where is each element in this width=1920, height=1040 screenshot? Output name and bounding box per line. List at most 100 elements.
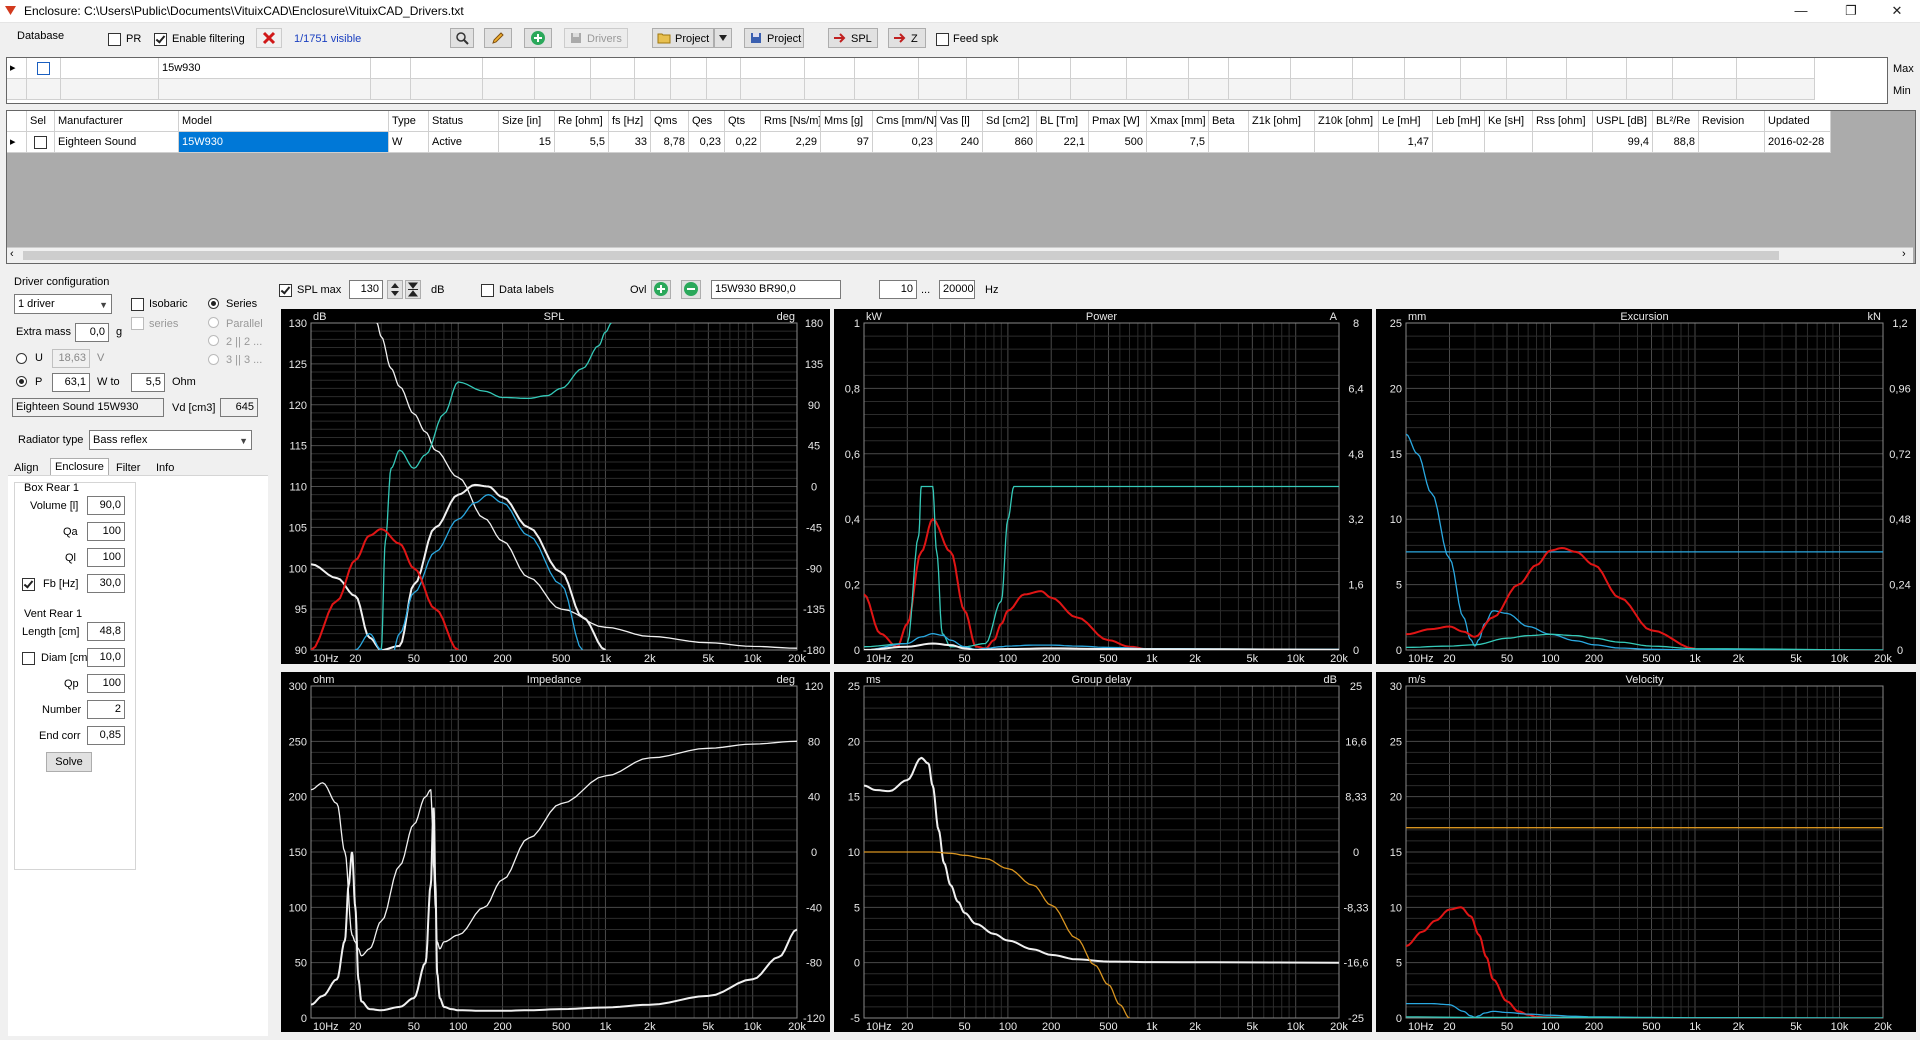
export-spl-button[interactable]: SPL xyxy=(828,28,878,48)
parallel-radio[interactable] xyxy=(208,317,219,328)
table-cell[interactable] xyxy=(1249,132,1315,153)
fb-checkbox[interactable] xyxy=(22,578,35,591)
filter-cell[interactable] xyxy=(1353,79,1405,100)
volume-input[interactable]: 90,0 xyxy=(87,496,125,515)
filter-cell[interactable] xyxy=(671,58,707,79)
table-cell[interactable] xyxy=(1315,132,1379,153)
column-header[interactable]: USPL [dB] xyxy=(1593,111,1653,132)
isobaric-checkbox[interactable] xyxy=(131,298,144,311)
column-header[interactable]: Rms [Ns/m] xyxy=(761,111,821,132)
column-header[interactable]: Status xyxy=(429,111,499,132)
filter-cell[interactable] xyxy=(1189,58,1229,79)
option-3-radio[interactable] xyxy=(208,354,219,365)
feed-spk-checkbox[interactable] xyxy=(936,33,949,46)
tab-enclosure[interactable]: Enclosure xyxy=(50,458,109,475)
qp-input[interactable]: 100 xyxy=(87,674,125,693)
option-2-radio[interactable] xyxy=(208,335,219,346)
column-header[interactable]: Beta xyxy=(1209,111,1249,132)
isobaric-series-checkbox[interactable] xyxy=(131,317,144,330)
column-header[interactable]: Sel xyxy=(27,111,55,132)
pr-checkbox[interactable] xyxy=(108,33,121,46)
filter-cell[interactable] xyxy=(1567,58,1627,79)
spl-chart[interactable]: 130 125 120 115 110 105 100 95 90 180 135 90 45 0 -45 -… xyxy=(281,309,830,664)
overlay-name-input[interactable]: 15W930 BR90,0 xyxy=(711,280,841,299)
filter-cell[interactable] xyxy=(1567,79,1627,100)
freq-low-input[interactable]: 10 xyxy=(879,280,917,299)
radiator-type-select[interactable]: Bass reflex ▼ xyxy=(89,430,252,450)
filter-cell[interactable] xyxy=(535,79,591,100)
filter-cell[interactable] xyxy=(411,79,483,100)
filter-cell[interactable] xyxy=(61,79,159,100)
filter-cell[interactable] xyxy=(1229,79,1291,100)
drivers-button[interactable]: Drivers xyxy=(564,28,628,48)
filter-cell[interactable] xyxy=(1189,79,1229,100)
table-cell[interactable]: 97 xyxy=(821,132,873,153)
filter-cell[interactable] xyxy=(1627,79,1673,100)
model-filter-input[interactable]: 15w930 xyxy=(159,58,371,79)
column-header[interactable]: Z1k [ohm] xyxy=(1249,111,1315,132)
spl-max-input[interactable]: 130 xyxy=(349,280,383,299)
export-z-button[interactable]: Z xyxy=(888,28,926,48)
add-button[interactable] xyxy=(524,28,552,48)
data-labels-checkbox[interactable] xyxy=(481,284,494,297)
solve-button[interactable]: Solve xyxy=(46,752,92,772)
column-header[interactable]: Type xyxy=(389,111,429,132)
end-corr-input[interactable]: 0,85 xyxy=(87,726,125,745)
table-cell[interactable] xyxy=(1433,132,1485,153)
filter-cell[interactable] xyxy=(1405,58,1461,79)
clear-filter-button[interactable] xyxy=(256,28,282,48)
filter-cell[interactable] xyxy=(1673,79,1737,100)
filter-cell[interactable] xyxy=(805,79,855,100)
filter-cell[interactable] xyxy=(1127,58,1189,79)
diam-checkbox[interactable] xyxy=(22,652,35,665)
table-cell[interactable]: 240 xyxy=(937,132,983,153)
filter-cell[interactable] xyxy=(1019,58,1071,79)
table-cell[interactable]: 0,23 xyxy=(689,132,725,153)
tab-filter[interactable]: Filter xyxy=(116,462,140,474)
spl-max-spinner[interactable] xyxy=(387,280,403,299)
impedance-chart[interactable]: 300 250 200 150 100 50 0 120 80 40 0 -40 -80 -120 10Hz… xyxy=(281,672,830,1032)
enable-filtering-checkbox[interactable] xyxy=(154,33,167,46)
filter-cell[interactable] xyxy=(159,79,371,100)
scroll-right-icon[interactable]: › xyxy=(1902,248,1906,260)
search-button[interactable] xyxy=(450,28,474,48)
table-cell[interactable] xyxy=(1209,132,1249,153)
filter-cell[interactable] xyxy=(919,79,967,100)
column-header[interactable]: Re [ohm] xyxy=(555,111,609,132)
open-project-button[interactable]: Project xyxy=(652,28,714,48)
filter-cell[interactable] xyxy=(805,58,855,79)
filter-cell[interactable] xyxy=(707,79,741,100)
table-cell[interactable]: 8,78 xyxy=(651,132,689,153)
filter-cell[interactable] xyxy=(1461,58,1507,79)
close-button[interactable]: ✕ xyxy=(1874,0,1920,22)
filter-cell[interactable] xyxy=(1291,79,1353,100)
fb-input[interactable]: 30,0 xyxy=(87,574,125,593)
filter-cell[interactable] xyxy=(635,79,671,100)
filter-cell[interactable] xyxy=(371,79,411,100)
filter-cell[interactable] xyxy=(1127,79,1189,100)
filter-cell[interactable] xyxy=(671,79,707,100)
column-header[interactable]: Revision xyxy=(1699,111,1765,132)
minimize-button[interactable]: — xyxy=(1778,0,1824,22)
filter-cell[interactable] xyxy=(27,79,61,100)
ql-input[interactable]: 100 xyxy=(87,548,125,567)
table-cell[interactable]: Active xyxy=(429,132,499,153)
column-header[interactable]: Model xyxy=(179,111,389,132)
filter-cell[interactable] xyxy=(1507,58,1567,79)
power-chart[interactable]: 1 0,8 0,6 0,4 0,2 0 8 6,4 4,8 3,2 1,6 0 10Hz 20 50 100 2… xyxy=(834,309,1372,664)
filter-cell[interactable] xyxy=(535,58,591,79)
filter-cell[interactable] xyxy=(1627,58,1673,79)
project-dropdown-button[interactable] xyxy=(714,28,732,48)
qa-input[interactable]: 100 xyxy=(87,522,125,541)
filter-cell[interactable] xyxy=(741,58,805,79)
filter-cell[interactable] xyxy=(411,58,483,79)
column-header[interactable]: Le [mH] xyxy=(1379,111,1433,132)
scroll-left-icon[interactable]: ‹ xyxy=(10,248,14,260)
column-header[interactable]: Qts xyxy=(725,111,761,132)
table-cell[interactable]: 22,1 xyxy=(1037,132,1089,153)
filter-cell[interactable] xyxy=(967,58,1019,79)
ohm-input[interactable]: 5,5 xyxy=(131,373,165,392)
filter-cell[interactable] xyxy=(483,58,535,79)
filter-cell[interactable] xyxy=(967,79,1019,100)
table-cell[interactable]: 860 xyxy=(983,132,1037,153)
